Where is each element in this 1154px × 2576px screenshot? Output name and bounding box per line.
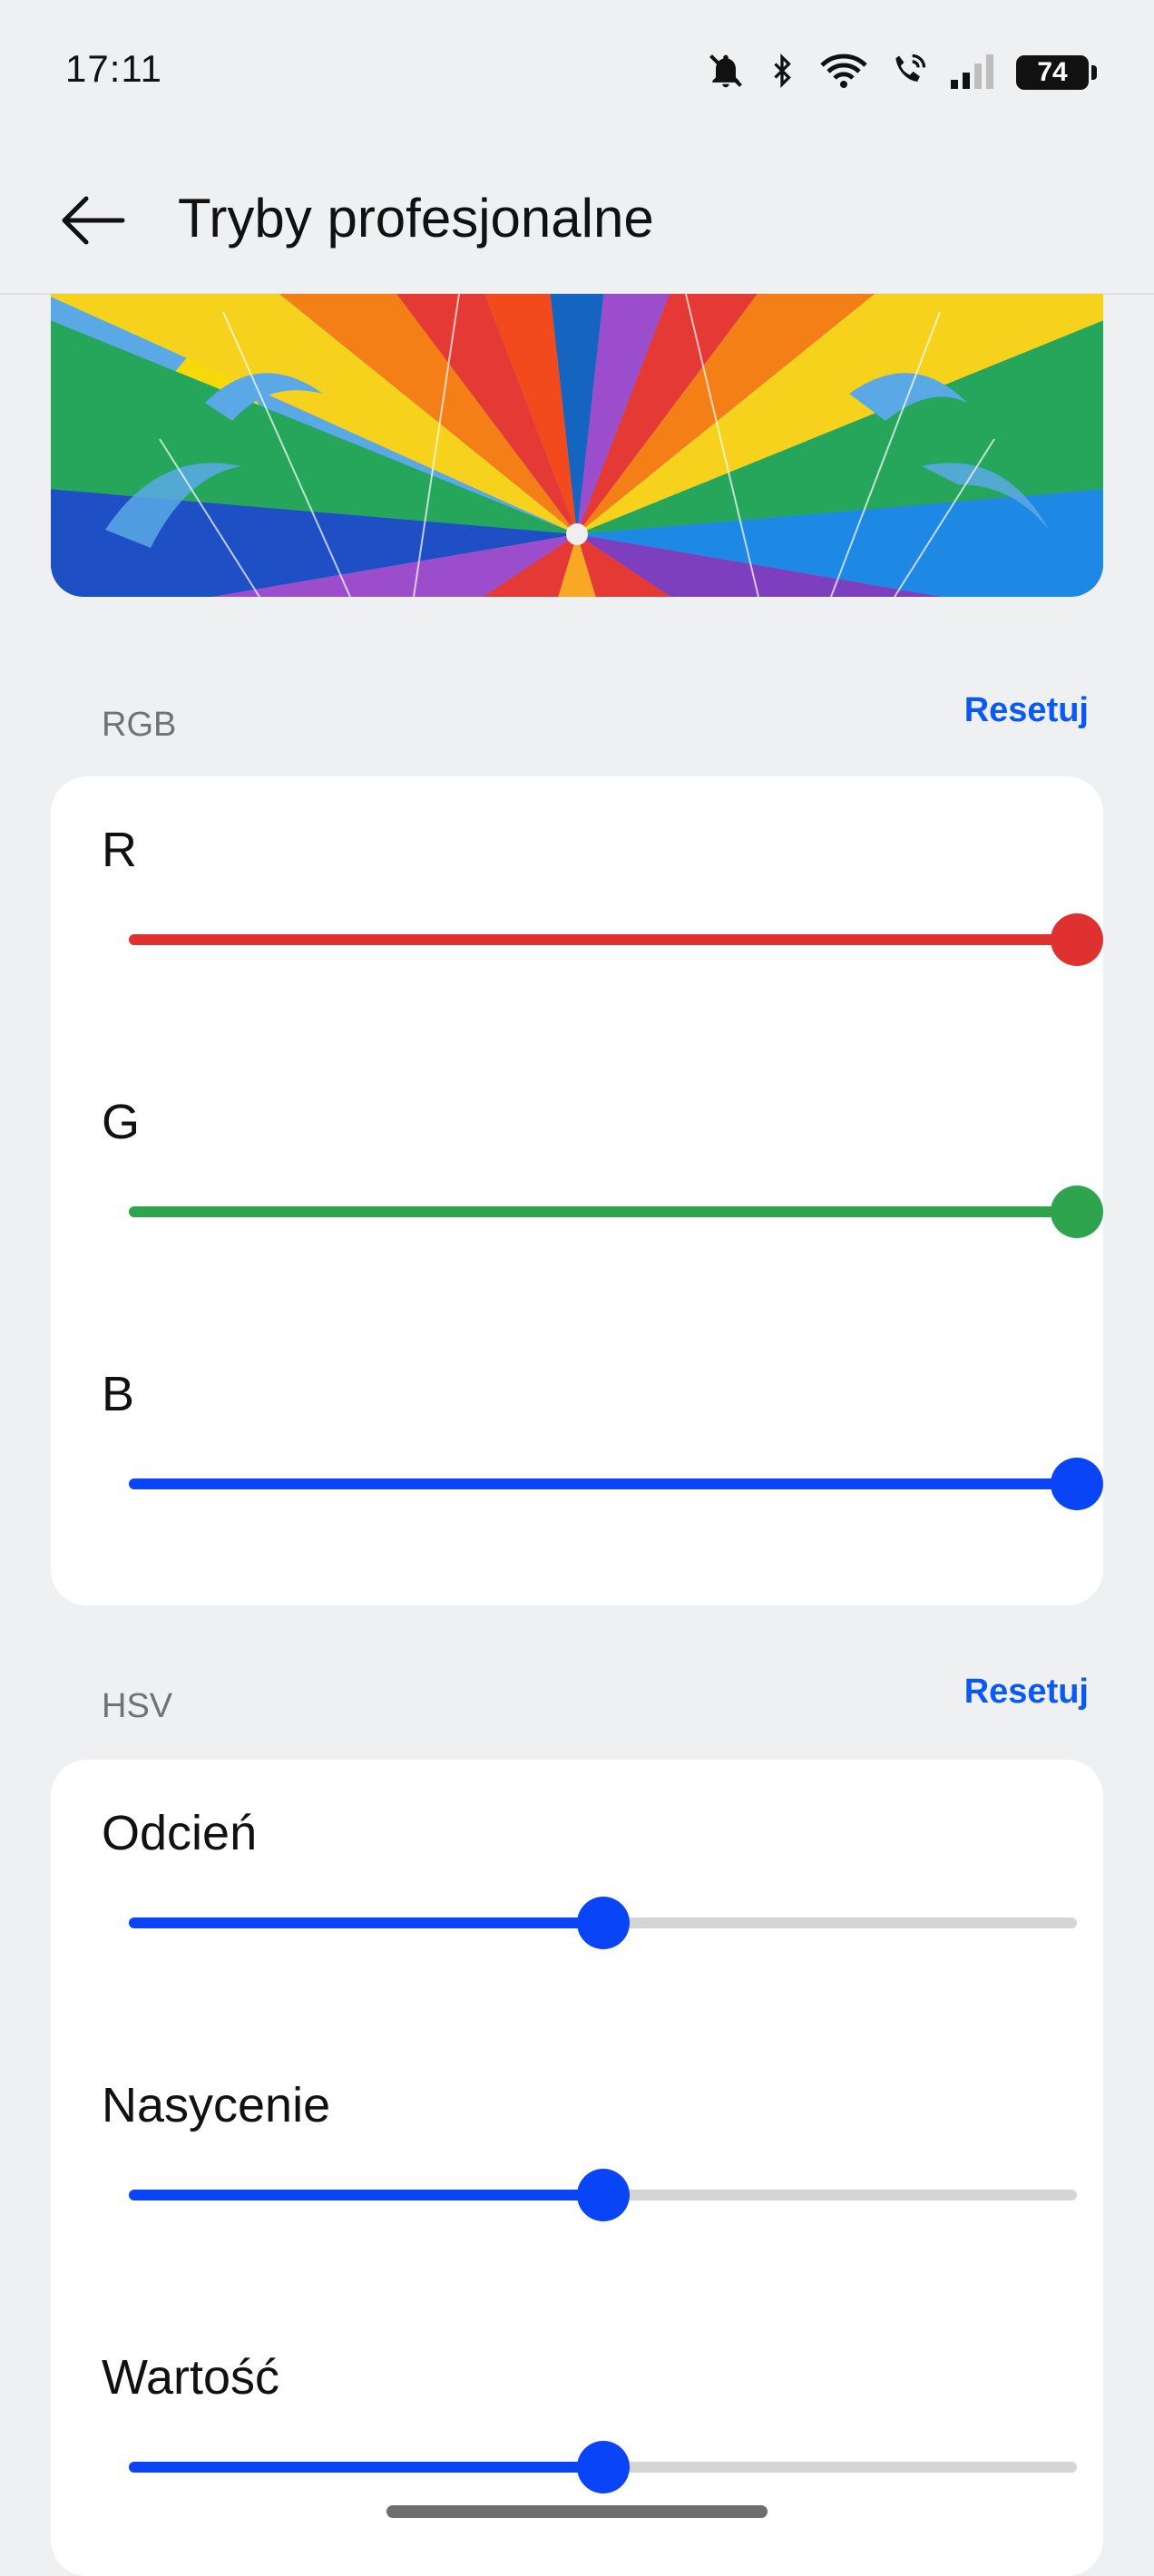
rgb-reset-button[interactable]: Resetuj [964,691,1089,730]
slider-fill [129,934,1077,945]
status-bar: 17:11 74 [0,0,1154,145]
slider-label-r: R [102,823,137,877]
slider-label-b: B [102,1367,135,1421]
slider-thumb[interactable] [576,2441,630,2493]
slider-label-saturation: Nasycenie [102,2078,331,2132]
slider-b[interactable] [129,1458,1103,1510]
rgb-card: R G B [51,776,1103,1605]
page-title: Tryby profesjonalne [178,188,654,249]
slider-r[interactable] [129,913,1103,966]
rgb-section-label: RGB [102,706,177,744]
arrow-left-icon [62,196,125,245]
battery-icon: 74 [1016,55,1097,90]
slider-saturation[interactable] [129,2169,1077,2221]
app-bar: Tryby profesjonalne [0,145,1154,295]
hsv-card: Odcień Nasycenie Wartość [51,1760,1103,2576]
bell-muted-icon [706,51,746,95]
slider-value[interactable] [129,2441,1077,2493]
status-icons: 74 [706,45,1097,100]
slider-fill [129,2190,603,2200]
status-time: 17:11 [65,47,162,90]
slider-hue[interactable] [129,1897,1077,1949]
slider-thumb[interactable] [576,2169,630,2221]
back-button[interactable] [51,180,132,261]
slider-label-value: Wartość [102,2350,280,2405]
slider-thumb[interactable] [1051,1186,1103,1238]
wifi-calling-icon [889,51,929,95]
battery-level: 74 [1037,57,1068,87]
slider-fill [129,1206,1077,1217]
slider-label-hue: Odcień [102,1806,258,1860]
slider-fill [129,1917,603,1928]
slider-thumb[interactable] [1051,1458,1103,1510]
slider-thumb[interactable] [1051,913,1103,966]
slider-g[interactable] [129,1186,1103,1238]
wifi-icon [818,51,869,95]
home-indicator[interactable] [386,2505,768,2518]
slider-label-g: G [102,1095,141,1149]
bluetooth-icon [766,51,798,95]
slider-fill [129,2462,603,2473]
parachute-preview-image [51,294,1103,597]
slider-thumb[interactable] [576,1897,630,1949]
signal-icon [949,51,996,95]
hsv-section-label: HSV [102,1687,173,1725]
slider-fill [129,1478,1077,1489]
hsv-reset-button[interactable]: Resetuj [964,1673,1089,1712]
